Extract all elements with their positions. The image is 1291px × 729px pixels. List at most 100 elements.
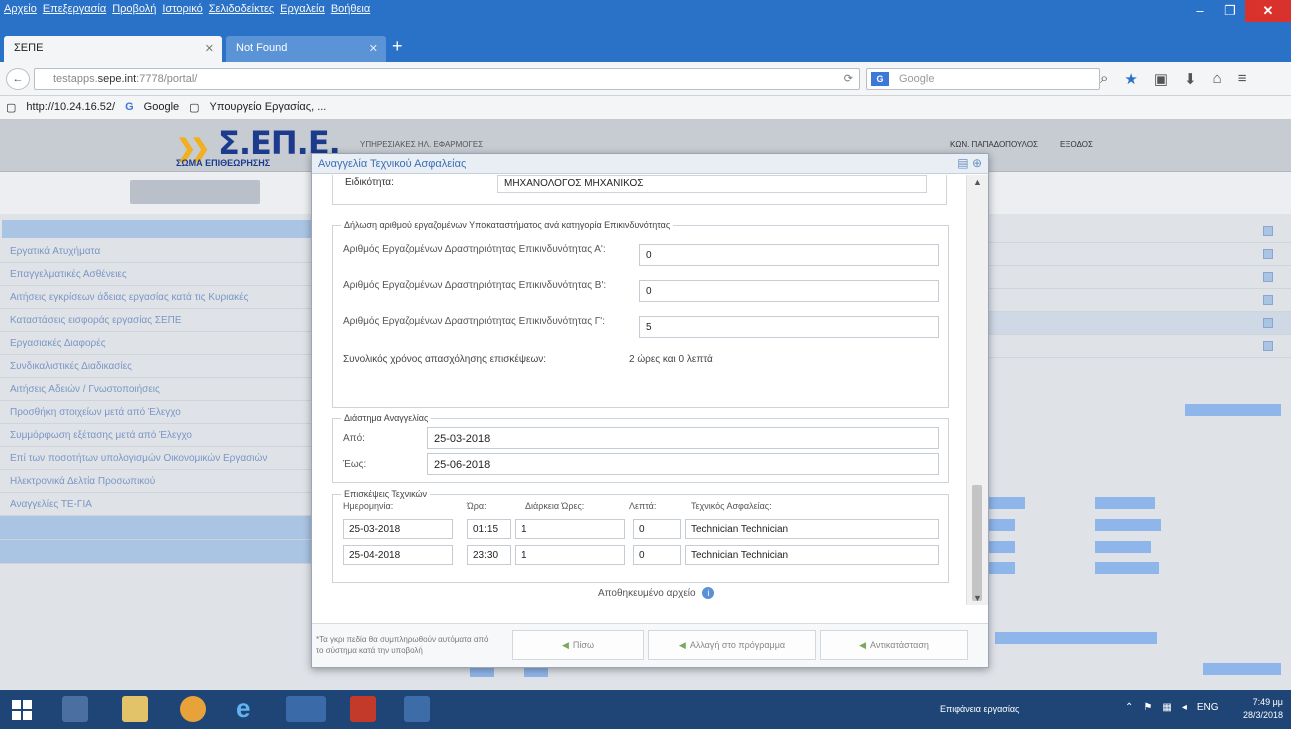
row-checkbox[interactable] xyxy=(1263,226,1273,236)
visit-date-input[interactable]: 25-04-2018 xyxy=(343,545,453,565)
internet-explorer-icon[interactable]: e xyxy=(236,695,262,722)
scroll-down-icon[interactable]: ▼ xyxy=(973,593,982,603)
pager-bar[interactable] xyxy=(1203,663,1281,675)
pager-bar[interactable] xyxy=(995,632,1157,644)
attachment-link[interactable]: Αποθηκευμένο αρχείο xyxy=(598,588,696,599)
menu-view[interactable]: Προβολή xyxy=(112,3,156,15)
reload-icon[interactable]: ⟳ xyxy=(844,72,853,85)
visit-row: 25-04-2018 23:30 1 0 Technician Technici… xyxy=(343,545,943,565)
employees-legend: Δήλωση αριθμού εργαζομένων Υποκαταστήματ… xyxy=(344,220,671,230)
info-icon[interactable]: i xyxy=(702,587,715,599)
link-cell[interactable] xyxy=(985,519,1015,531)
change-schedule-label: Αλλαγή στο πρόγραμμα xyxy=(689,640,786,650)
language-indicator[interactable]: ENG xyxy=(1197,702,1219,713)
bookmark-item[interactable]: http://10.24.16.52/ xyxy=(26,101,115,114)
flag-icon[interactable]: ⚑ xyxy=(1143,702,1152,713)
row-checkbox[interactable] xyxy=(1263,341,1273,351)
sidebar-top-button[interactable] xyxy=(130,180,260,204)
row-checkbox[interactable] xyxy=(1263,318,1273,328)
user-name[interactable]: ΚΩΝ. ΠΑΠΑΔΟΠΟΥΛΟΣ xyxy=(950,140,1038,149)
download-icon[interactable]: ⬇ xyxy=(1184,70,1197,88)
link-cell[interactable] xyxy=(1095,562,1159,574)
visit-minutes-input[interactable]: 0 xyxy=(633,519,681,539)
link-cell[interactable] xyxy=(985,497,1025,509)
windows-start-icon[interactable] xyxy=(12,700,32,720)
bookmark-star-icon[interactable]: ★ xyxy=(1124,70,1137,88)
word-document-icon[interactable] xyxy=(404,696,430,722)
replace-button[interactable]: ◀ Αντικατάσταση xyxy=(820,630,968,660)
row-checkbox[interactable] xyxy=(1263,272,1273,282)
period-from-input[interactable]: 25-03-2018 xyxy=(427,427,939,449)
menu-bookmarks[interactable]: Σελιδοδείκτες xyxy=(209,3,274,15)
link-cell[interactable] xyxy=(1095,519,1161,531)
visit-tech-input[interactable]: Technician Technician xyxy=(685,545,939,565)
period-to-input[interactable]: 25-06-2018 xyxy=(427,453,939,475)
period-to-row: Έως: 25-06-2018 xyxy=(343,453,943,477)
back-button[interactable]: ◀ Πίσω xyxy=(512,630,644,660)
scrollbar-thumb[interactable] xyxy=(972,485,982,601)
new-tab-icon[interactable]: + xyxy=(392,36,403,57)
link-cell[interactable] xyxy=(1095,541,1151,553)
visit-date-input[interactable]: 25-03-2018 xyxy=(343,519,453,539)
visit-hours-input[interactable]: 1 xyxy=(515,519,625,539)
desktop-toolbar-label[interactable]: Επιφάνεια εργασίας xyxy=(940,704,1019,714)
period-from-label: Από: xyxy=(343,433,365,444)
reading-list-icon[interactable]: ▣ xyxy=(1154,70,1168,88)
volume-icon[interactable]: ◂ xyxy=(1182,702,1187,713)
close-tab-icon[interactable]: ✕ xyxy=(205,42,214,55)
specialty-field[interactable]: ΜΗΧΑΝΟΛΟΓΟΣ ΜΗΧΑΝΙΚΟΣ xyxy=(497,175,927,193)
employees-c-input[interactable]: 5 xyxy=(639,316,939,338)
firefox-icon[interactable] xyxy=(286,696,326,722)
search-icon[interactable]: ⌕ xyxy=(1100,70,1108,88)
dialog-scrollbar[interactable]: ▲ ▼ xyxy=(966,175,988,605)
home-icon[interactable]: ⌂ xyxy=(1213,70,1222,88)
menu-edit[interactable]: Επεξεργασία xyxy=(43,3,106,15)
back-arrow-icon[interactable]: ← xyxy=(6,68,30,90)
bookmark-page-icon: ▢ xyxy=(189,102,200,114)
hamburger-menu-icon[interactable]: ≡ xyxy=(1238,70,1247,88)
link-cell[interactable] xyxy=(985,541,1015,553)
row-checkbox[interactable] xyxy=(1263,249,1273,259)
menu-file[interactable]: Αρχείο xyxy=(4,3,37,15)
menu-help[interactable]: Βοήθεια xyxy=(331,3,370,15)
link-cell[interactable] xyxy=(985,562,1015,574)
network-icon[interactable]: ▦ xyxy=(1162,702,1171,713)
visit-time-input[interactable]: 01:15 xyxy=(467,519,511,539)
visit-minutes-input[interactable]: 0 xyxy=(633,545,681,565)
close-window-button[interactable]: ✕ xyxy=(1245,0,1291,22)
url-bar[interactable]: testapps.sepe.int:7778/portal/ ⟳ xyxy=(34,68,860,90)
dialog-window-icons[interactable]: ▤ ⊕ xyxy=(957,156,982,170)
scroll-up-icon[interactable]: ▲ xyxy=(973,177,982,187)
menu-tools[interactable]: Εργαλεία xyxy=(280,3,325,15)
close-tab-icon[interactable]: ✕ xyxy=(369,42,378,55)
minimize-button[interactable]: – xyxy=(1185,0,1215,22)
search-input[interactable]: G Google xyxy=(866,68,1100,90)
clock[interactable]: 7:49 μμ 28/3/2018 xyxy=(1243,696,1283,722)
bookmark-item[interactable]: Google xyxy=(144,101,179,114)
tab-strip: ΣΕΠΕ ✕ Not Found ✕ xyxy=(0,32,1291,62)
desktop-icon[interactable] xyxy=(62,696,88,722)
visit-minutes-header: Λεπτά: xyxy=(629,501,657,511)
tab-sepe[interactable]: ΣΕΠΕ ✕ xyxy=(4,36,222,62)
visit-tech-input[interactable]: Technician Technician xyxy=(685,519,939,539)
tab-not-found[interactable]: Not Found ✕ xyxy=(226,36,386,62)
check-icon: ◀ xyxy=(678,640,686,650)
visits-legend: Επισκέψεις Τεχνικών xyxy=(344,489,428,499)
chrome-icon[interactable] xyxy=(180,696,206,722)
bookmark-item[interactable]: Υπουργείο Εργασίας, ... xyxy=(210,101,327,114)
link-cell[interactable] xyxy=(1095,497,1155,509)
employees-fieldset: Δήλωση αριθμού εργαζομένων Υποκαταστήματ… xyxy=(332,220,949,408)
employees-a-input[interactable]: 0 xyxy=(639,244,939,266)
visit-time-input[interactable]: 23:30 xyxy=(467,545,511,565)
tray-arrow-icon[interactable]: ⌃ xyxy=(1125,702,1133,713)
file-explorer-icon[interactable] xyxy=(122,696,148,722)
logout-link[interactable]: ΕΞΟΔΟΣ xyxy=(1060,140,1093,149)
pager-bar[interactable] xyxy=(1185,404,1281,416)
change-schedule-button[interactable]: ◀ Αλλαγή στο πρόγραμμα xyxy=(648,630,816,660)
visit-hours-input[interactable]: 1 xyxy=(515,545,625,565)
maximize-button[interactable]: ❐ xyxy=(1215,0,1245,22)
employees-b-input[interactable]: 0 xyxy=(639,280,939,302)
menu-history[interactable]: Ιστορικό xyxy=(162,3,202,15)
red-app-icon[interactable] xyxy=(350,696,376,722)
row-checkbox[interactable] xyxy=(1263,295,1273,305)
